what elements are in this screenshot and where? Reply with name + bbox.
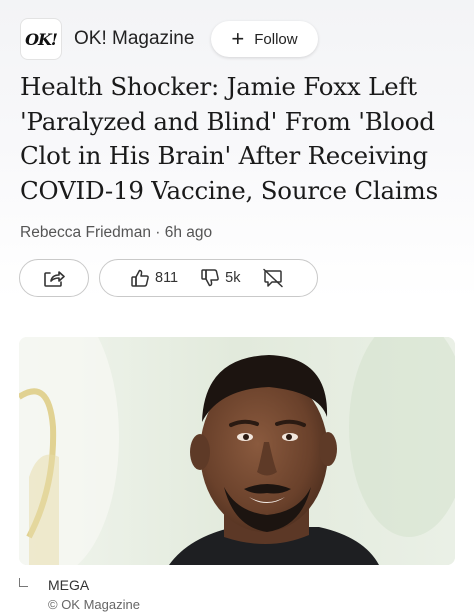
publisher-logo[interactable]: OK!	[20, 18, 62, 60]
photo-caption: MEGA	[48, 577, 90, 593]
like-count: 811	[155, 270, 179, 286]
thumbs-up-icon[interactable]	[130, 268, 150, 288]
article-photo[interactable]	[19, 337, 455, 565]
publisher-header: OK! OK! Magazine	[20, 18, 194, 60]
comment-off-icon[interactable]	[262, 268, 284, 288]
share-icon	[43, 268, 65, 288]
article-page: OK! OK! Magazine + Follow Health Shocker…	[0, 0, 474, 612]
article-headline: Health Shocker: Jamie Foxx Left 'Paralyz…	[20, 72, 438, 205]
plus-icon: +	[231, 26, 245, 51]
follow-label: Follow	[254, 30, 298, 48]
share-button[interactable]	[19, 259, 89, 297]
caption-corner-icon	[19, 578, 28, 587]
byline: Rebecca Friedman · 6h ago	[20, 224, 213, 241]
follow-button[interactable]: + Follow	[211, 21, 318, 57]
publisher-name[interactable]: OK! Magazine	[74, 28, 194, 50]
reaction-bar: 811 5k	[99, 259, 318, 297]
dislike-count: 5k	[225, 270, 241, 286]
thumbs-down-icon[interactable]	[200, 268, 220, 288]
